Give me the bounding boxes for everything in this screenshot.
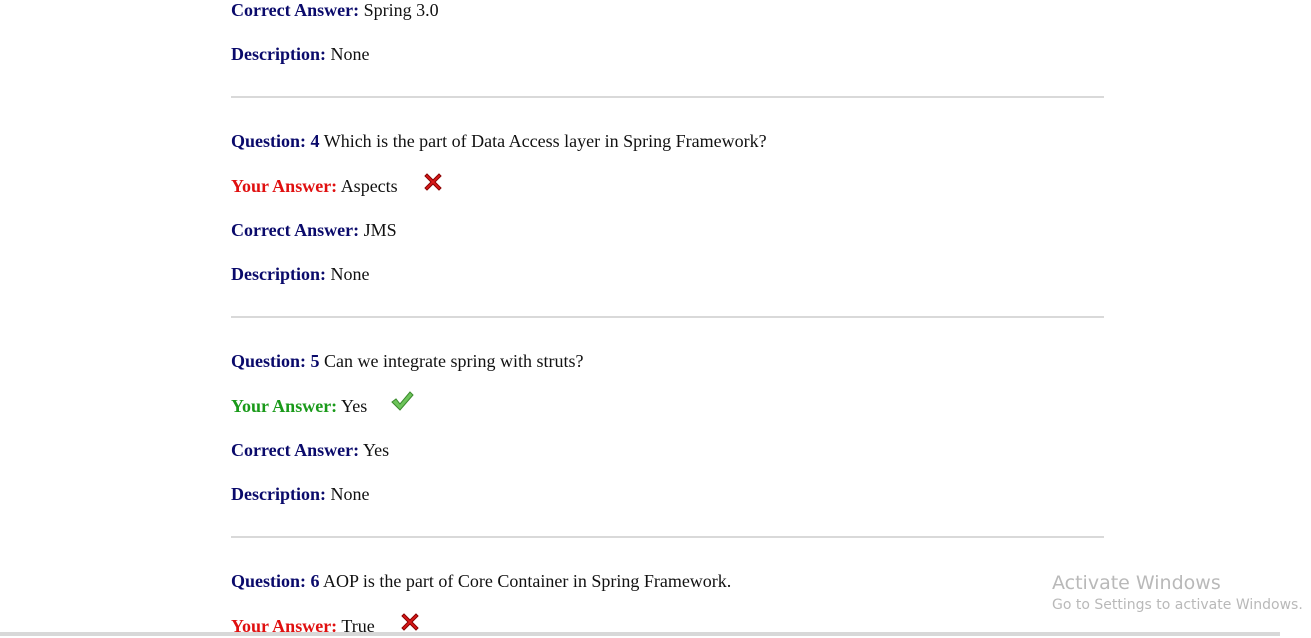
question-5-your-answer-row: Your Answer: Yes [231,391,414,418]
correct-answer-label: Correct Answer: [231,0,360,20]
question-text: AOP is the part of Core Container in Spr… [323,571,732,591]
correct-answer-value: Yes [362,440,390,460]
question-label: Question: [231,131,307,151]
question-divider [231,316,1104,318]
question-label: Question: [231,571,307,591]
your-answer-label: Your Answer: [231,396,338,416]
your-answer-value: Yes [341,396,368,416]
question-text: Can we integrate spring with struts? [324,351,584,371]
description-label: Description: [231,484,326,504]
question-divider [231,96,1104,98]
description-label: Description: [231,264,326,284]
question-text: Which is the part of Data Access layer i… [323,131,767,151]
your-answer-label: Your Answer: [231,176,338,196]
correct-answer-value: Spring 3.0 [363,0,439,20]
horizontal-scrollbar[interactable] [0,632,1280,636]
question-divider [231,536,1104,538]
watermark-title: Activate Windows [1052,572,1221,594]
description-value: None [330,44,370,64]
wrong-cross-icon [422,171,444,198]
question-label: Question: [231,351,307,371]
question-5-correct-answer-row: Correct Answer: Yes [231,439,389,461]
question-4-correct-answer-row: Correct Answer: JMS [231,219,397,241]
correct-check-icon [390,389,414,418]
description-value: None [330,264,370,284]
watermark-subtitle: Go to Settings to activate Windows. [1052,597,1303,613]
question-5-row: Question: 5 Can we integrate spring with… [231,350,583,372]
question-6-row: Question: 6 AOP is the part of Core Cont… [231,570,731,592]
question-4-description-row: Description: None [231,263,369,285]
question-number: 4 [310,131,320,151]
question-number: 6 [310,571,320,591]
prev-description-row: Description: None [231,43,369,65]
correct-answer-label: Correct Answer: [231,440,360,460]
prev-correct-answer-row: Correct Answer: Spring 3.0 [231,0,439,21]
correct-answer-value: JMS [363,220,397,240]
correct-answer-label: Correct Answer: [231,220,360,240]
question-number: 5 [310,351,320,371]
description-label: Description: [231,44,326,64]
your-answer-value: Aspects [340,176,398,196]
activate-windows-watermark: Activate Windows Go to Settings to activ… [1052,571,1303,615]
question-4-row: Question: 4 Which is the part of Data Ac… [231,130,767,152]
question-4-your-answer-row: Your Answer: Aspects [231,173,444,198]
question-5-description-row: Description: None [231,483,369,505]
description-value: None [330,484,370,504]
